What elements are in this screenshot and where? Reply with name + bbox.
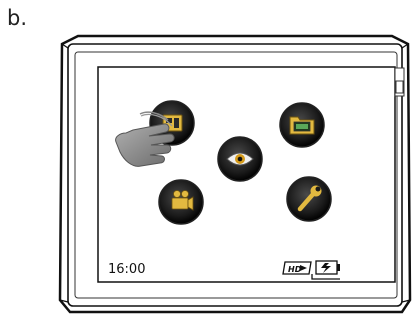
hd-icon: HD (282, 261, 312, 275)
gallery-button[interactable] (279, 102, 325, 148)
svg-text:HD: HD (288, 265, 302, 274)
scroll-indicator[interactable] (394, 67, 405, 97)
view-button[interactable] (217, 136, 263, 182)
status-time: 16:00 (108, 262, 146, 277)
settings-button[interactable] (286, 176, 332, 222)
device-illustration: HD (58, 34, 412, 314)
video-mode-button[interactable] (158, 179, 204, 225)
folder-gallery-icon (289, 116, 315, 135)
